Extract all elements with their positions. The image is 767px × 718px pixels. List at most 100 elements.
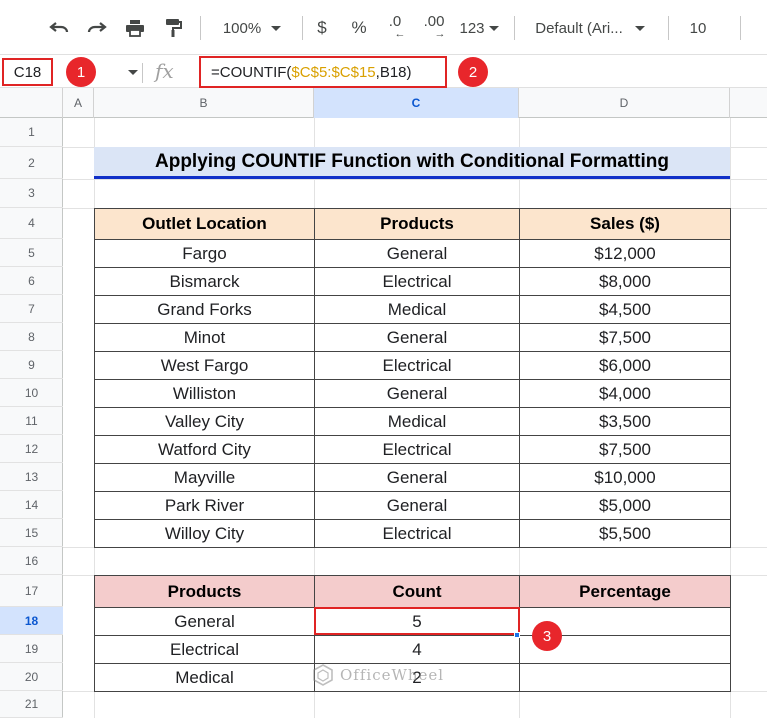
cell[interactable]: Electrical: [94, 635, 315, 664]
column-header-c[interactable]: C: [314, 88, 519, 118]
callout-badge-3: 3: [532, 621, 562, 651]
cell[interactable]: 4: [314, 635, 520, 664]
row-header[interactable]: 12: [0, 435, 63, 463]
cell[interactable]: Electrical: [314, 519, 520, 548]
cell[interactable]: Valley City: [94, 407, 315, 436]
row-header[interactable]: 13: [0, 463, 63, 491]
table-header-row: Products Count Percentage: [94, 575, 731, 608]
paint-format-button[interactable]: [158, 14, 188, 42]
cell[interactable]: General: [314, 323, 520, 352]
callout-badge-1: 1: [66, 57, 96, 87]
cell[interactable]: $12,000: [519, 239, 731, 268]
row-header[interactable]: 3: [0, 179, 63, 208]
cell[interactable]: $5,000: [519, 491, 731, 520]
cell[interactable]: Electrical: [314, 435, 520, 464]
redo-button[interactable]: [82, 14, 112, 42]
cell[interactable]: General: [94, 607, 315, 636]
row-header[interactable]: 10: [0, 379, 63, 407]
cell[interactable]: Medical: [314, 295, 520, 324]
cell[interactable]: General: [314, 379, 520, 408]
cell[interactable]: Medical: [314, 407, 520, 436]
select-all-corner[interactable]: [0, 88, 63, 118]
table-row: General 5: [94, 607, 731, 636]
increase-decimal-button[interactable]: .00 →: [418, 14, 450, 42]
print-icon: [126, 20, 144, 37]
cell[interactable]: West Fargo: [94, 351, 315, 380]
cell[interactable]: General: [314, 239, 520, 268]
cell[interactable]: General: [314, 491, 520, 520]
row-header[interactable]: 7: [0, 295, 63, 323]
cell[interactable]: General: [314, 463, 520, 492]
name-box[interactable]: C18: [2, 58, 53, 86]
column-header-d[interactable]: D: [519, 88, 730, 118]
decrease-decimal-button[interactable]: .0 ←: [380, 14, 410, 42]
row-header[interactable]: 15: [0, 519, 63, 547]
cell[interactable]: $7,500: [519, 323, 731, 352]
toolbar-separator: [668, 16, 669, 40]
chevron-down-icon[interactable]: [128, 70, 138, 75]
currency-format-button[interactable]: $: [308, 14, 336, 42]
cell[interactable]: $7,500: [519, 435, 731, 464]
row-header[interactable]: 4: [0, 208, 63, 239]
cell-c18[interactable]: 5: [314, 607, 520, 636]
row-header[interactable]: 2: [0, 147, 63, 179]
undo-button[interactable]: [44, 14, 74, 42]
fill-handle[interactable]: [514, 632, 520, 638]
sales-table: Outlet Location Products Sales ($) Fargo…: [94, 208, 731, 548]
cell[interactable]: Medical: [94, 663, 315, 692]
column-header-a[interactable]: A: [63, 88, 94, 118]
cell[interactable]: Grand Forks: [94, 295, 315, 324]
cell[interactable]: $4,000: [519, 379, 731, 408]
more-formats-button[interactable]: 123: [456, 14, 502, 42]
row-header[interactable]: 8: [0, 323, 63, 351]
cell[interactable]: $10,000: [519, 463, 731, 492]
print-button[interactable]: [120, 14, 150, 42]
column-header-b[interactable]: B: [94, 88, 314, 118]
cell[interactable]: $8,000: [519, 267, 731, 296]
row-header[interactable]: 16: [0, 547, 63, 575]
header-sales[interactable]: Sales ($): [519, 208, 731, 240]
row-header[interactable]: 5: [0, 239, 63, 267]
cell[interactable]: Electrical: [314, 351, 520, 380]
cell[interactable]: Minot: [94, 323, 315, 352]
cell[interactable]: $5,500: [519, 519, 731, 548]
cell[interactable]: Fargo: [94, 239, 315, 268]
cell[interactable]: Willoy City: [94, 519, 315, 548]
cell[interactable]: Mayville: [94, 463, 315, 492]
cell[interactable]: Watford City: [94, 435, 315, 464]
row-header[interactable]: 14: [0, 491, 63, 519]
font-size-select[interactable]: 10: [678, 14, 718, 42]
row-header[interactable]: 20: [0, 663, 63, 691]
table-row: Mayville General $10,000: [94, 463, 731, 492]
percent-format-button[interactable]: %: [345, 14, 373, 42]
formula-input[interactable]: =COUNTIF($C$5:$C$15 ,B18): [199, 56, 447, 88]
header-count[interactable]: Count: [314, 575, 520, 608]
row-header[interactable]: 11: [0, 407, 63, 435]
header-products[interactable]: Products: [94, 575, 315, 608]
cell[interactable]: Park River: [94, 491, 315, 520]
sheet-title[interactable]: Applying COUNTIF Function with Condition…: [94, 147, 730, 179]
header-outlet-location[interactable]: Outlet Location: [94, 208, 315, 240]
cell[interactable]: $4,500: [519, 295, 731, 324]
cell[interactable]: $3,500: [519, 407, 731, 436]
cell[interactable]: Williston: [94, 379, 315, 408]
zoom-select[interactable]: 100%: [210, 14, 294, 42]
row-header[interactable]: 21: [0, 691, 63, 718]
cell[interactable]: Bismarck: [94, 267, 315, 296]
cell[interactable]: $6,000: [519, 351, 731, 380]
table-header-row: Outlet Location Products Sales ($): [94, 208, 731, 240]
row-header[interactable]: 17: [0, 575, 63, 607]
row-header[interactable]: 9: [0, 351, 63, 379]
column-header-e[interactable]: [730, 88, 767, 118]
officewheel-logo-icon: [313, 664, 333, 686]
row-header[interactable]: 6: [0, 267, 63, 295]
cell[interactable]: Electrical: [314, 267, 520, 296]
undo-icon: [49, 22, 69, 33]
header-products[interactable]: Products: [314, 208, 520, 240]
font-family-select[interactable]: Default (Ari...: [520, 14, 660, 42]
row-header[interactable]: 1: [0, 118, 63, 147]
row-header[interactable]: 19: [0, 635, 63, 663]
row-header[interactable]: 18: [0, 607, 63, 635]
header-percentage[interactable]: Percentage: [519, 575, 731, 608]
cell[interactable]: [519, 663, 731, 692]
